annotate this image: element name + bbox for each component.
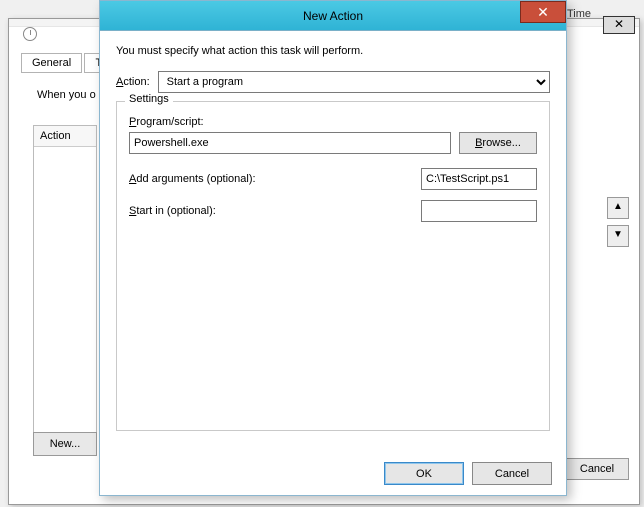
settings-legend: Settings [125,93,173,105]
cancel-button[interactable]: Cancel [472,462,552,485]
program-script-input[interactable] [129,132,451,154]
parent-close-button[interactable]: ✕ [603,16,635,34]
move-down-button[interactable]: ▼ [607,225,629,247]
move-up-button[interactable]: ▲ [607,197,629,219]
add-arguments-label: Add arguments (optional): [129,173,256,185]
action-select[interactable]: Start a program [158,71,550,93]
settings-group: Settings Program/script: Browse... Add a… [116,101,550,431]
dialog-titlebar: New Action ✕ [100,1,566,31]
action-list-header: Action [34,126,96,147]
parent-cancel-button[interactable]: Cancel [565,458,629,480]
dialog-title: New Action [303,9,363,23]
add-arguments-input[interactable] [421,168,537,190]
ok-button[interactable]: OK [384,462,464,485]
reorder-controls: ▲ ▼ [607,197,629,247]
tab-general[interactable]: General [21,53,82,73]
dialog-body: You must specify what action this task w… [100,31,566,439]
start-in-label: Start in (optional): [129,205,216,217]
new-action-button[interactable]: New... [33,432,97,456]
clock-icon [23,27,37,41]
parent-description-text: When you o [37,89,96,101]
new-action-dialog: New Action ✕ You must specify what actio… [99,0,567,496]
action-list: Action [33,125,97,435]
dialog-intro-text: You must specify what action this task w… [116,45,550,57]
dialog-close-button[interactable]: ✕ [520,1,566,23]
start-in-input[interactable] [421,200,537,222]
action-label: Action: [116,76,150,88]
dialog-footer: OK Cancel [384,462,552,485]
action-row: Action: Start a program [116,71,550,93]
program-script-label: Program/script: [129,116,537,128]
browse-button[interactable]: Browse... [459,132,537,154]
